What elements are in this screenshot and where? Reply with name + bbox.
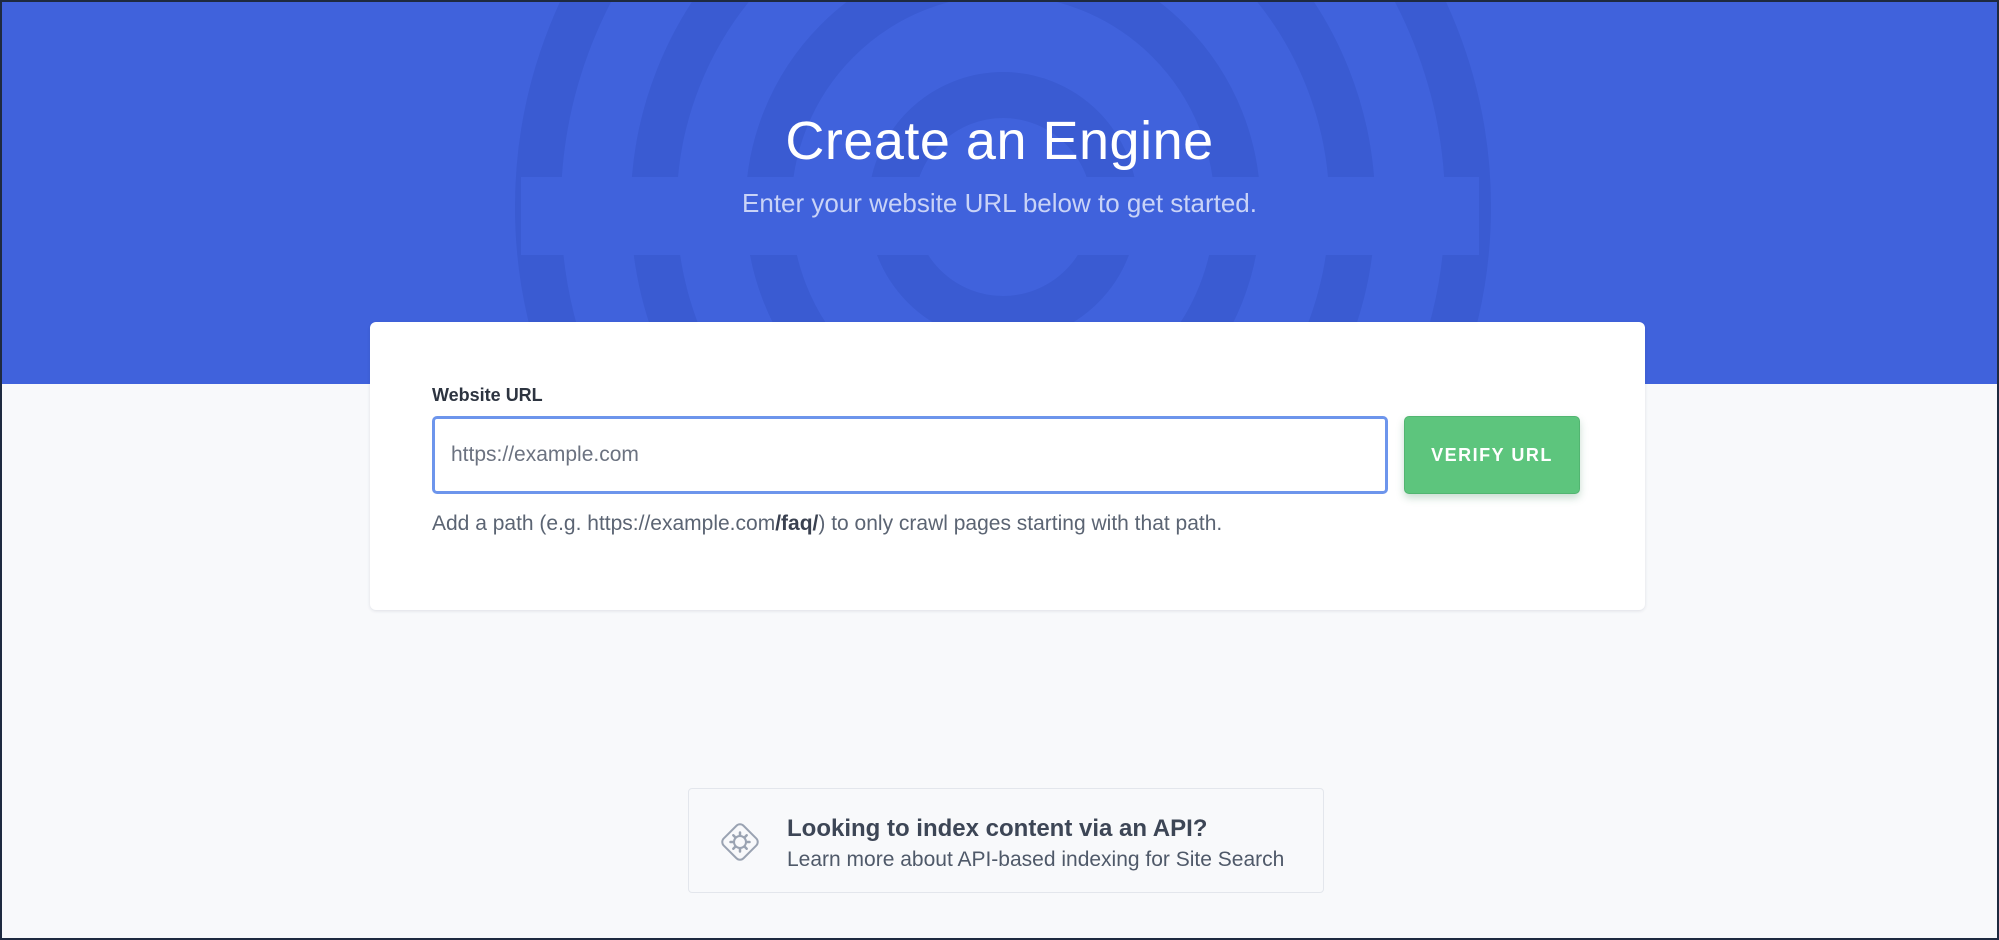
path-hint: Add a path (e.g. https://example.com/faq… [432,512,1222,536]
page-title: Create an Engine [785,111,1214,171]
hint-path: /faq/ [775,512,819,535]
hint-prefix: Add a path (e.g. https://example.com [432,512,776,535]
website-url-label: Website URL [432,385,543,405]
gear-icon [721,823,759,861]
hint-suffix: ) to only crawl pages starting with that… [818,512,1223,535]
page-subtitle: Enter your website URL below to get star… [742,188,1257,218]
api-box-title: Looking to index content via an API? [787,815,1208,842]
api-indexing-link-box[interactable]: Looking to index content via an API? Lea… [688,788,1324,893]
api-indexing-link[interactable]: Learn more about API-based indexing for … [787,848,1284,872]
verify-url-button[interactable]: VERIFY URL [1404,416,1580,494]
create-engine-card: Website URL VERIFY URL Add a path (e.g. … [370,322,1645,610]
website-url-input[interactable] [432,416,1388,494]
